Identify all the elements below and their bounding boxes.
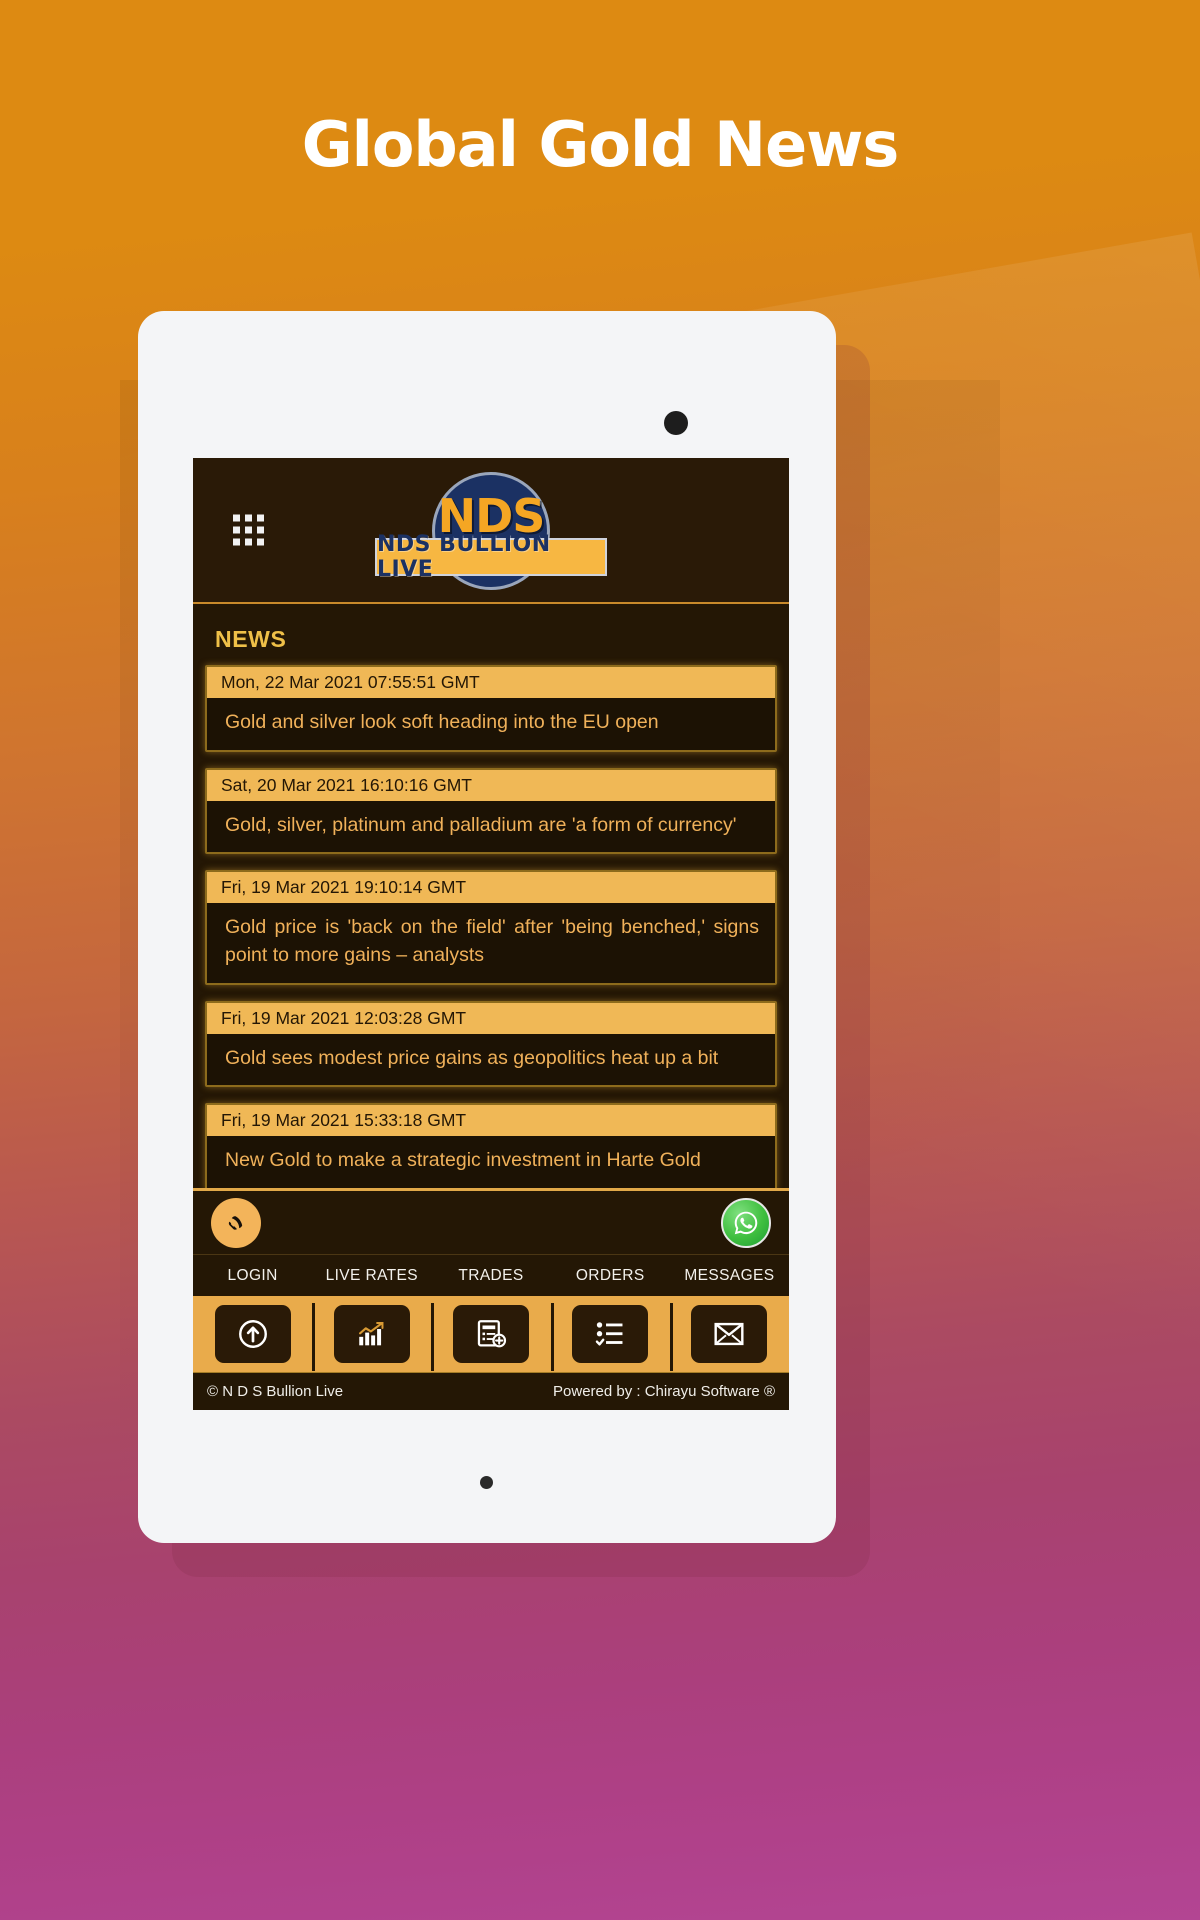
nav-label-live-rates[interactable]: LIVE RATES <box>312 1255 431 1296</box>
phone-call-icon <box>228 1215 243 1230</box>
news-item-headline: Gold sees modest price gains as geopolit… <box>225 1046 719 1069</box>
news-item-date: Mon, 22 Mar 2021 07:55:51 GMT <box>207 667 775 698</box>
nav-tile-login <box>214 1305 291 1363</box>
app-footer: © N D S Bullion Live Powered by : Chiray… <box>193 1372 789 1410</box>
front-camera-icon <box>664 411 688 435</box>
news-item-headline: New Gold to make a strategic investment … <box>225 1149 701 1172</box>
news-item[interactable]: Sat, 20 Mar 2021 16:10:16 GMT Gold, silv… <box>205 767 777 855</box>
login-arrow-icon <box>238 1320 267 1348</box>
grid-menu-icon[interactable] <box>233 514 264 546</box>
bottom-nav-icons <box>193 1296 789 1372</box>
phone-call-button[interactable] <box>211 1197 261 1248</box>
contact-strip <box>193 1188 789 1254</box>
footer-copyright: © N D S Bullion Live <box>207 1383 344 1400</box>
app-screen: NDS NDS BULLION LIVE NEWS Mon, 22 Mar 20… <box>193 458 789 1410</box>
home-indicator-dot <box>480 1476 493 1489</box>
news-item[interactable]: Mon, 22 Mar 2021 07:55:51 GMT Gold and s… <box>205 665 777 752</box>
document-add-icon <box>477 1320 507 1348</box>
page-title: Global Gold News <box>301 108 900 181</box>
nav-label-trades[interactable]: TRADES <box>431 1255 550 1296</box>
news-item-date: Fri, 19 Mar 2021 15:33:18 GMT <box>207 1105 775 1137</box>
news-item-date: Sat, 20 Mar 2021 16:10:16 GMT <box>207 769 775 801</box>
news-item[interactable]: Fri, 19 Mar 2021 19:10:14 GMT Gold price… <box>205 870 777 985</box>
nav-button-login[interactable] <box>193 1305 312 1363</box>
news-item-headline: Gold and silver look soft heading into t… <box>225 711 659 733</box>
nav-label-messages[interactable]: MESSAGES <box>670 1255 789 1296</box>
news-item[interactable]: Fri, 19 Mar 2021 15:33:18 GMT New Gold t… <box>205 1103 777 1188</box>
app-logo: NDS NDS BULLION LIVE <box>375 468 607 592</box>
footer-powered-by: Powered by : Chirayu Software ® <box>553 1383 775 1400</box>
logo-band-text: NDS BULLION LIVE <box>377 532 551 582</box>
nav-tile-live-rates <box>333 1305 410 1363</box>
news-item[interactable]: Fri, 19 Mar 2021 12:03:28 GMT Gold sees … <box>205 1000 777 1088</box>
nav-button-orders[interactable] <box>550 1303 670 1371</box>
bottom-nav-labels: LOGIN LIVE RATES TRADES ORDERS MESSAGES <box>193 1254 789 1296</box>
envelope-icon <box>714 1322 744 1346</box>
nav-button-messages[interactable] <box>669 1303 789 1371</box>
news-item-date: Fri, 19 Mar 2021 12:03:28 GMT <box>207 1002 775 1034</box>
nav-tile-messages <box>691 1305 768 1363</box>
news-item-date: Fri, 19 Mar 2021 19:10:14 GMT <box>207 872 775 904</box>
news-section: NEWS Mon, 22 Mar 2021 07:55:51 GMT Gold … <box>193 604 789 1188</box>
news-item-headline: Gold, silver, platinum and palladium are… <box>225 813 737 836</box>
nav-button-trades[interactable] <box>431 1303 550 1371</box>
nav-tile-orders <box>572 1305 649 1363</box>
bar-chart-icon <box>358 1321 384 1346</box>
logo-band: NDS BULLION LIVE <box>375 532 607 582</box>
tablet-device-frame: NDS NDS BULLION LIVE NEWS Mon, 22 Mar 20… <box>138 311 836 1543</box>
news-item-headline: Gold price is 'back on the field' after … <box>225 916 759 967</box>
nav-label-orders[interactable]: ORDERS <box>551 1255 670 1296</box>
nav-label-login[interactable]: LOGIN <box>193 1255 312 1296</box>
nav-tile-trades <box>453 1305 529 1363</box>
app-header: NDS NDS BULLION LIVE <box>193 458 789 604</box>
nav-button-live-rates[interactable] <box>312 1303 431 1371</box>
news-section-title: NEWS <box>215 626 287 652</box>
whatsapp-button[interactable] <box>721 1197 771 1248</box>
promo-background: Global Gold News NDS NDS BULLION LIVE NE… <box>0 0 1200 1920</box>
checklist-icon <box>595 1322 623 1346</box>
whatsapp-icon <box>734 1211 758 1234</box>
